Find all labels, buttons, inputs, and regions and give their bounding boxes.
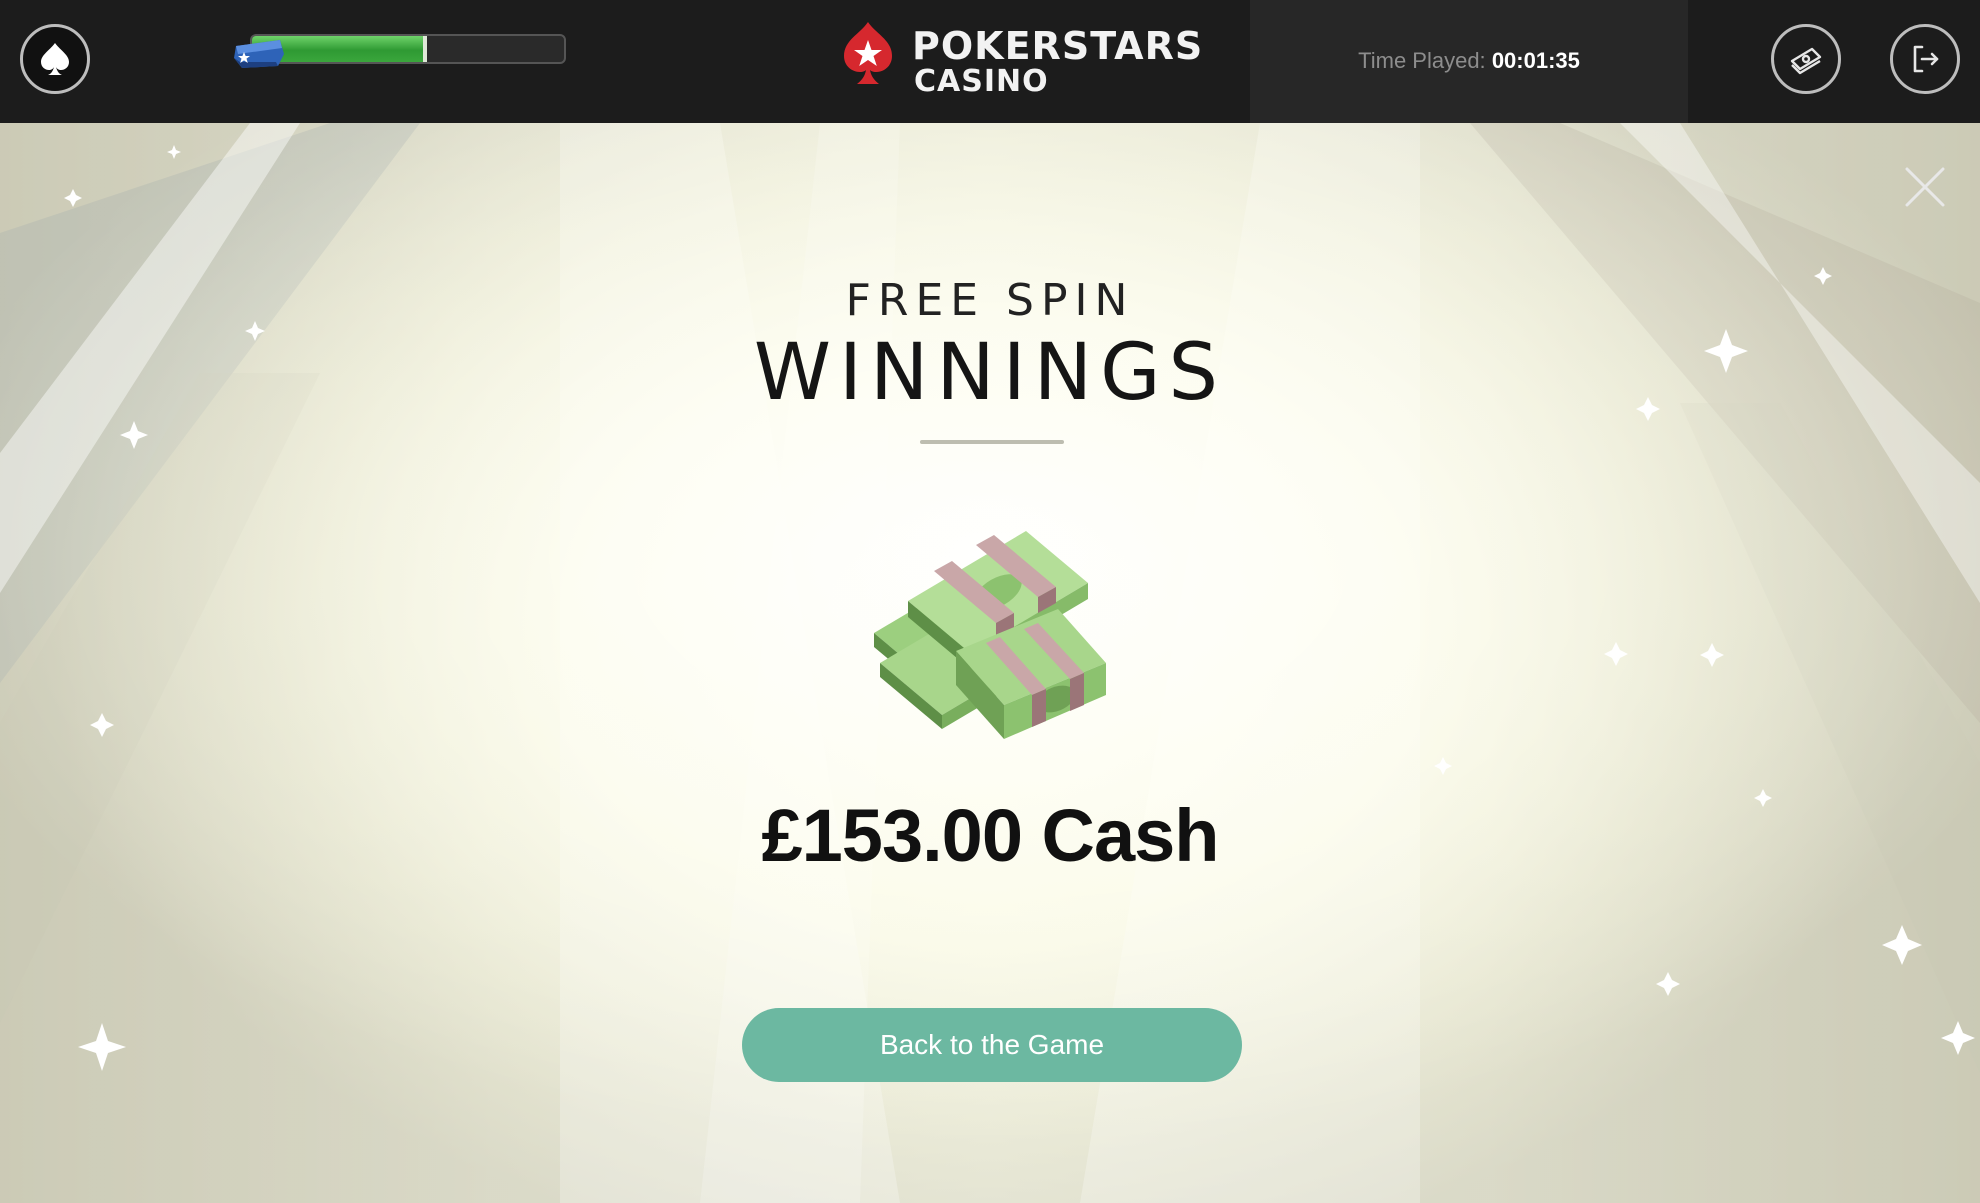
chest-badge-icon: [234, 40, 284, 68]
popup-title: WINNINGS: [753, 328, 1227, 418]
progress-track: [250, 34, 566, 64]
cash-stacks-icon: [874, 531, 1106, 739]
menu-button[interactable]: [20, 24, 90, 94]
popup-subtitle: FREE SPIN: [845, 275, 1135, 326]
level-progress[interactable]: [230, 32, 566, 68]
logo-line-2: CASINO: [914, 64, 1049, 99]
winnings-popup: FREE SPIN WINNINGS £153.00 Cash Back to …: [0, 123, 1980, 1203]
time-played-label: Time Played:: [1358, 48, 1486, 73]
winnings-amount: £153.00 Cash: [761, 794, 1219, 877]
spade-icon: [41, 43, 69, 75]
time-played-value: 00:01:35: [1491, 48, 1580, 73]
back-to-game-button[interactable]: Back to the Game: [742, 1008, 1242, 1082]
logout-button[interactable]: [1890, 24, 1960, 94]
cashier-button[interactable]: [1771, 24, 1841, 94]
title-divider: [920, 440, 1064, 444]
time-played: Time Played: 00:01:35: [1250, 48, 1688, 74]
cash-icon: [1790, 47, 1822, 75]
logout-icon: [1913, 45, 1939, 73]
top-bar: POKERSTARS CASINO Time Played: 00:01:35: [0, 0, 1980, 123]
popup-content: FREE SPIN WINNINGS £153.00 Cash Back to …: [0, 123, 1980, 1203]
pokerstars-casino-logo: POKERSTARS CASINO: [838, 18, 1218, 104]
pokerstars-spade-logo-icon: [844, 22, 892, 84]
logo-line-1: POKERSTARS: [912, 24, 1204, 68]
